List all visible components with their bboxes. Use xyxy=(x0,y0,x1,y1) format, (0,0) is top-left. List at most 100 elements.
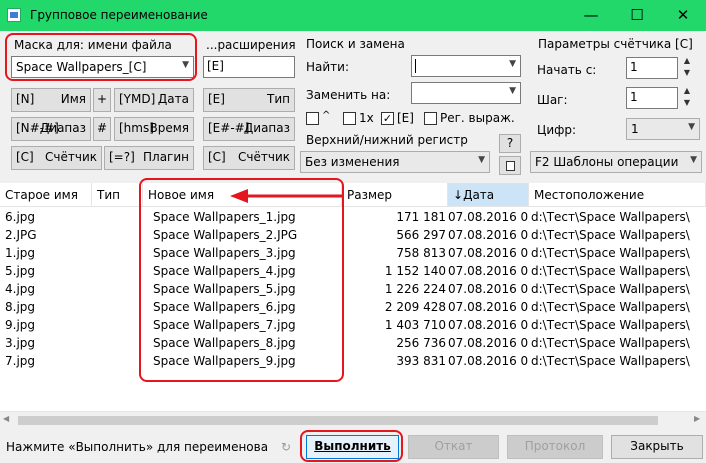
minimize-button[interactable]: — xyxy=(568,0,614,31)
case-group-title: Верхний/нижний регистр xyxy=(306,133,468,147)
table-row[interactable]: 7.jpg Space Wallpapers_9.jpg 393 831 07.08.… xyxy=(0,352,706,370)
insert-time-button[interactable]: [hms] Время xyxy=(114,117,194,141)
cell-date: 07.08.2016 0... xyxy=(448,354,528,368)
once-checkbox[interactable] xyxy=(343,112,356,125)
table-row[interactable]: 3.jpg Space Wallpapers_8.jpg 256 736 07.08.… xyxy=(0,334,706,352)
text-cursor xyxy=(415,58,416,73)
cell-date: 07.08.2016 0... xyxy=(448,300,528,314)
scrollbar-thumb[interactable] xyxy=(18,416,658,425)
chevron-down-icon: ▼ xyxy=(509,59,516,69)
counter-group-title: Параметры счётчика [C] xyxy=(538,37,693,51)
file-list[interactable]: Старое имя Тип Новое имя Размер ↓Дата Ме… xyxy=(0,183,706,428)
regex-first-checkbox[interactable] xyxy=(306,112,319,125)
cell-old-name: 3.jpg xyxy=(5,336,36,350)
column-old-name[interactable]: Старое имя xyxy=(0,183,92,207)
insert-date-button[interactable]: [YMD] Дата xyxy=(114,88,194,112)
run-button[interactable]: Выполнить xyxy=(306,435,399,459)
column-type[interactable]: Тип xyxy=(92,183,143,207)
column-date[interactable]: ↓Дата xyxy=(448,183,529,207)
cell-size: 1 226 224 xyxy=(384,282,446,296)
plus-button[interactable]: + xyxy=(93,88,111,112)
undo-button[interactable]: Откат xyxy=(408,435,499,459)
insert-counter-button[interactable]: [C] Счётчик xyxy=(11,146,102,170)
table-row[interactable]: 8.jpg Space Wallpapers_6.jpg 2 209 428 07.0… xyxy=(0,298,706,316)
cell-old-name: 9.jpg xyxy=(5,318,36,332)
case-value: Без изменения xyxy=(305,155,400,169)
replace-input[interactable]: ▼ xyxy=(411,82,521,104)
ext-group-title: ...расширения xyxy=(206,38,296,52)
scroll-right-icon[interactable]: ▶ xyxy=(694,414,700,423)
case-combo[interactable]: Без изменения ▼ xyxy=(300,151,490,173)
table-row[interactable]: 1.jpg Space Wallpapers_3.jpg 758 813 07.08.… xyxy=(0,244,706,262)
close-window-button[interactable]: ✕ xyxy=(660,0,706,31)
cell-date: 07.08.2016 0... xyxy=(448,210,528,224)
find-input[interactable]: ▼ xyxy=(411,55,521,77)
table-row[interactable]: 9.jpg Space Wallpapers_7.jpg 1 403 710 07.0… xyxy=(0,316,706,334)
cell-size: 256 736 xyxy=(396,336,446,350)
ext-mask-input[interactable]: [E] xyxy=(203,56,295,78)
status-text: Нажмите «Выполнить» для переименования xyxy=(6,440,268,454)
cell-date: 07.08.2016 0... xyxy=(448,282,528,296)
notes-button[interactable] xyxy=(499,156,521,175)
start-spinner[interactable]: ▲ ▼ xyxy=(680,55,694,81)
cell-size: 1 403 710 xyxy=(384,318,446,332)
title-bar: Групповое переименование — ☐ ✕ xyxy=(0,0,706,31)
cell-new-name: Space Wallpapers_8.jpg xyxy=(153,336,296,350)
cell-old-name: 5.jpg xyxy=(5,264,36,278)
cell-old-name: 4.jpg xyxy=(5,282,36,296)
table-row[interactable]: 5.jpg Space Wallpapers_4.jpg 1 152 140 07.0… xyxy=(0,262,706,280)
mask-value: Space Wallpapers_[C] xyxy=(16,60,147,74)
cell-date: 07.08.2016 0... xyxy=(448,264,528,278)
table-row[interactable]: 2.JPG Space Wallpapers_2.JPG 566 297 07.08.… xyxy=(0,226,706,244)
help-button[interactable]: ? xyxy=(499,134,521,153)
mask-group-title: Маска для: имени файла xyxy=(14,38,172,52)
cell-location: d:\Тест\Space Wallpapers\ xyxy=(531,354,690,368)
cell-new-name: Space Wallpapers_4.jpg xyxy=(153,264,296,278)
horizontal-scrollbar[interactable]: ◀ ▶ xyxy=(0,411,706,428)
refresh-icon[interactable]: ↻ xyxy=(273,435,299,459)
start-input[interactable]: 1 xyxy=(626,57,678,79)
step-input[interactable]: 1 xyxy=(626,87,678,109)
regex-checkbox[interactable] xyxy=(424,112,437,125)
cell-size: 2 209 428 xyxy=(384,300,446,314)
digits-combo[interactable]: 1 ▼ xyxy=(626,118,700,140)
close-button[interactable]: Закрыть xyxy=(611,435,703,459)
insert-plugin-button[interactable]: [=?] Плагин xyxy=(104,146,194,170)
annotation-arrow xyxy=(230,189,342,203)
document-icon xyxy=(506,161,515,171)
insert-ext-counter-button[interactable]: [C] Счётчик xyxy=(203,146,295,170)
mask-combo[interactable]: Space Wallpapers_[C] ▼ xyxy=(11,56,194,78)
find-label: Найти: xyxy=(306,60,350,74)
column-size[interactable]: Размер xyxy=(342,183,448,207)
cell-old-name: 1.jpg xyxy=(5,246,36,260)
insert-name-button[interactable]: [N] Имя xyxy=(11,88,91,112)
regex-first-label: ^ xyxy=(322,110,331,121)
sort-down-icon: ↓ xyxy=(453,188,464,202)
log-button[interactable]: Протокол xyxy=(507,435,603,459)
insert-name-range-button[interactable]: [N#-#] Диапаз xyxy=(11,117,91,141)
column-location[interactable]: Местоположение xyxy=(529,183,706,207)
cell-date: 07.08.2016 0... xyxy=(448,336,528,350)
table-row[interactable]: 6.jpg Space Wallpapers_1.jpg 171 181 07.08.… xyxy=(0,208,706,226)
chevron-down-icon: ▼ xyxy=(478,155,485,165)
cell-new-name: Space Wallpapers_3.jpg xyxy=(153,246,296,260)
window-title: Групповое переименование xyxy=(30,8,208,22)
cell-new-name: Space Wallpapers_2.JPG xyxy=(153,228,298,242)
regex-label: Рег. выраж. xyxy=(440,111,515,125)
insert-ext-button[interactable]: [E] Тип xyxy=(203,88,295,112)
hash-button[interactable]: # xyxy=(93,117,111,141)
file-rows: 6.jpg Space Wallpapers_1.jpg 171 181 07.08.… xyxy=(0,208,706,408)
scroll-left-icon[interactable]: ◀ xyxy=(3,414,9,423)
insert-ext-range-button[interactable]: [E#-#] Диапаз xyxy=(203,117,295,141)
step-spinner[interactable]: ▲ ▼ xyxy=(680,85,694,111)
cell-location: d:\Тест\Space Wallpapers\ xyxy=(531,300,690,314)
cell-size: 393 831 xyxy=(396,354,446,368)
cell-old-name: 7.jpg xyxy=(5,354,36,368)
cell-size: 171 181 xyxy=(396,210,446,224)
ext-checkbox[interactable]: ✓ xyxy=(381,112,394,125)
maximize-button[interactable]: ☐ xyxy=(614,0,660,31)
table-row[interactable]: 4.jpg Space Wallpapers_5.jpg 1 226 224 07.0… xyxy=(0,280,706,298)
replace-label: Заменить на: xyxy=(306,88,391,102)
cell-size: 758 813 xyxy=(396,246,446,260)
templates-button[interactable]: F2 Шаблоны операции ▼ xyxy=(530,151,702,173)
